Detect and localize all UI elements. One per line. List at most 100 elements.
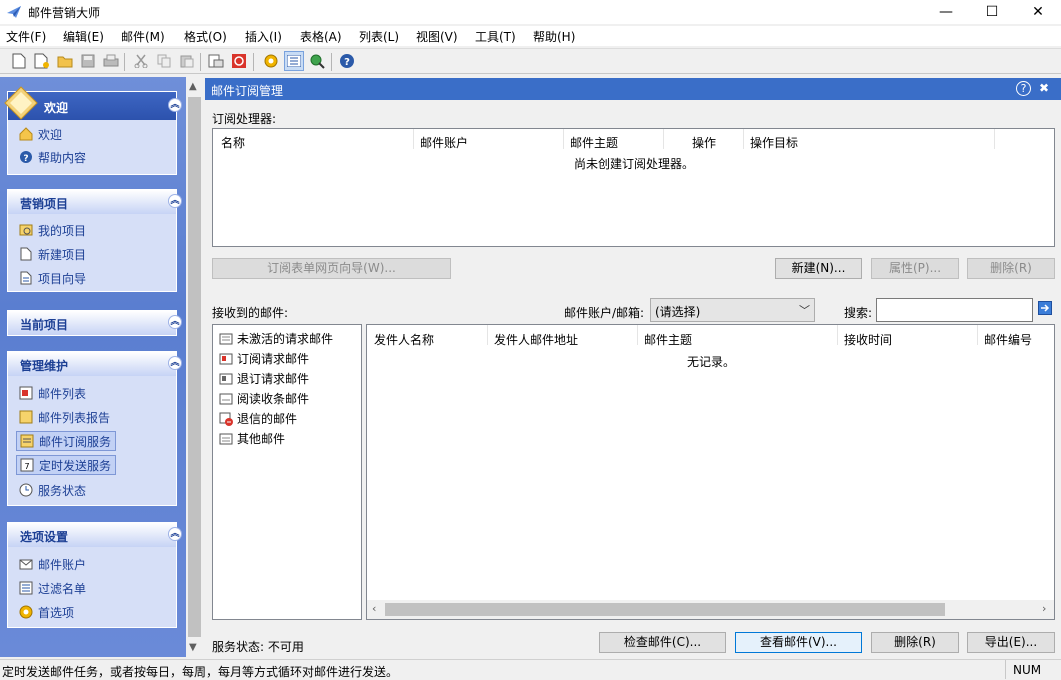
mail-list-icon[interactable] [207, 52, 225, 70]
marketing-section-header[interactable]: 营销项目 ︽ [8, 190, 182, 214]
print-icon[interactable] [102, 52, 120, 70]
scrollbar-thumb[interactable] [188, 97, 201, 637]
menu-format[interactable]: 格式(O) [184, 28, 227, 45]
status-text: 定时发送邮件任务，或者按每日，每周，每月等方式循环对邮件进行发送。 [2, 665, 399, 679]
column-header-action[interactable]: 操作 [692, 134, 716, 151]
sidebar-item-subscription-service[interactable]: 邮件订阅服务 [16, 431, 117, 451]
folder-subscription-requests[interactable]: 订阅请求邮件 [219, 350, 309, 367]
stop-icon[interactable] [230, 52, 248, 70]
delete-mail-button[interactable]: 删除(R) [871, 632, 959, 653]
column-header-mail-number[interactable]: 邮件编号 [984, 331, 1032, 348]
column-header-mail-subject[interactable]: 邮件主题 [644, 331, 692, 348]
search-input[interactable] [876, 298, 1033, 322]
collapse-icon[interactable]: ︽ [168, 194, 182, 208]
scroll-up-arrow-icon[interactable]: ▲ [189, 81, 197, 92]
new-document-icon[interactable] [33, 52, 51, 70]
column-header-name[interactable]: 名称 [221, 134, 245, 151]
navigation-scrollbar[interactable]: ▲ ▼ [186, 77, 203, 657]
status-divider [1005, 660, 1006, 679]
column-header-sender-address[interactable]: 发件人邮件地址 [494, 331, 578, 348]
sidebar-item-filter-list[interactable]: 过滤名单 [18, 578, 86, 598]
folder-unsubscribe-requests[interactable]: 退订请求邮件 [219, 370, 309, 387]
sidebar-item-mail-list[interactable]: 邮件列表 [18, 383, 86, 403]
menu-file[interactable]: 文件(F) [6, 28, 46, 45]
subscription-form-wizard-button[interactable]: 订阅表单网页向导(W)... [212, 258, 451, 279]
minimize-button[interactable]: — [923, 0, 969, 24]
folder-inactive-requests[interactable]: 未激活的请求邮件 [219, 330, 333, 347]
sidebar-item-preferences[interactable]: 首选项 [18, 602, 74, 622]
view-mail-button[interactable]: 查看邮件(V)... [735, 632, 862, 653]
column-header-mail-account[interactable]: 邮件账户 [420, 134, 468, 151]
sidebar-item-new-project[interactable]: 新建项目 [18, 244, 86, 264]
menu-view[interactable]: 视图(V) [416, 28, 458, 45]
settings-gear-icon[interactable] [262, 52, 280, 70]
new-file-icon[interactable] [10, 52, 28, 70]
sidebar-item-help-contents[interactable]: ? 帮助内容 [18, 147, 86, 167]
help-icon[interactable]: ? [338, 52, 356, 70]
collapse-icon[interactable]: ︽ [168, 315, 182, 329]
menu-tools[interactable]: 工具(T) [475, 28, 516, 45]
current-project-section-header[interactable]: 当前项目 ︽ [8, 311, 182, 335]
properties-button[interactable]: 属性(P)... [871, 258, 959, 279]
folder-other-mail[interactable]: 其他邮件 [219, 430, 285, 447]
new-handler-button[interactable]: 新建(N)... [775, 258, 862, 279]
column-header-action-target[interactable]: 操作目标 [750, 134, 798, 151]
handlers-table[interactable]: 名称 邮件账户 邮件主题 操作 操作目标 尚未创建订阅处理器。 [212, 128, 1055, 247]
paste-icon[interactable] [178, 52, 196, 70]
panel-help-icon[interactable]: ? [1016, 81, 1031, 96]
sidebar-item-mail-list-report[interactable]: 邮件列表报告 [18, 407, 110, 427]
menu-mail[interactable]: 邮件(M) [121, 28, 165, 45]
cut-icon[interactable] [132, 52, 150, 70]
management-section-header[interactable]: 管理维护 ︽ [8, 352, 182, 376]
column-header-sender-name[interactable]: 发件人名称 [374, 331, 434, 348]
menu-help[interactable]: 帮助(H) [533, 28, 575, 45]
sidebar-item-welcome[interactable]: 欢迎 [18, 124, 62, 144]
delete-handler-button[interactable]: 删除(R) [967, 258, 1055, 279]
options-section-header[interactable]: 选项设置 ︽ [8, 523, 182, 547]
search-globe-icon[interactable] [308, 52, 326, 70]
bounced-mail-icon [219, 412, 233, 426]
save-icon[interactable] [79, 52, 97, 70]
mail-account-icon [18, 556, 34, 572]
panel-title-bar: 邮件订阅管理 ? ✖ [205, 78, 1061, 100]
sidebar-item-scheduled-sending[interactable]: 7 定时发送服务 [16, 455, 117, 475]
mail-account-select[interactable]: (请选择) ﹀ [650, 298, 815, 322]
collapse-icon[interactable]: ︽ [168, 527, 182, 541]
search-go-arrow-icon[interactable] [1038, 301, 1052, 315]
check-mail-button[interactable]: 检查邮件(C)... [599, 632, 726, 653]
column-header-received-time[interactable]: 接收时间 [844, 331, 892, 348]
scroll-left-arrow-icon[interactable]: ‹ [372, 602, 376, 615]
column-header-mail-subject[interactable]: 邮件主题 [570, 134, 618, 151]
mail-folder-list[interactable]: 未激活的请求邮件 订阅请求邮件 退订请求邮件 阅读收条邮件 退信的邮件 其他邮件 [212, 324, 362, 620]
sidebar-item-project-wizard[interactable]: 项目向导 [18, 268, 86, 288]
menu-insert[interactable]: 插入(I) [245, 28, 282, 45]
sidebar-item-service-status[interactable]: 服务状态 [18, 480, 86, 500]
scrollbar-thumb[interactable] [385, 603, 945, 616]
folder-read-receipts[interactable]: 阅读收条邮件 [219, 390, 309, 407]
open-folder-icon[interactable] [56, 52, 74, 70]
subscription-icon [19, 433, 35, 449]
copy-icon[interactable] [155, 52, 173, 70]
close-button[interactable]: ✕ [1015, 0, 1061, 24]
folder-bounced-mail[interactable]: 退信的邮件 [219, 410, 297, 427]
calendar-icon: 7 [19, 457, 35, 473]
panel-close-icon[interactable]: ✖ [1039, 81, 1049, 95]
search-label: 搜索: [844, 306, 873, 320]
menu-edit[interactable]: 编辑(E) [63, 28, 104, 45]
menu-table[interactable]: 表格(A) [300, 28, 342, 45]
menu-list[interactable]: 列表(L) [359, 28, 399, 45]
sidebar-item-mail-account[interactable]: 邮件账户 [18, 554, 86, 574]
collapse-icon[interactable]: ︽ [168, 98, 182, 112]
maximize-button[interactable]: ☐ [969, 0, 1015, 24]
collapse-icon[interactable]: ︽ [168, 356, 182, 370]
sidebar-item-my-projects[interactable]: 我的项目 [18, 220, 86, 240]
view-panel-icon[interactable] [284, 51, 304, 71]
sidebar-item-label: 定时发送服务 [39, 458, 112, 473]
export-button[interactable]: 导出(E)... [967, 632, 1055, 653]
mail-table[interactable]: 发件人名称 发件人邮件地址 邮件主题 接收时间 邮件编号 无记录。 ‹ › [366, 324, 1055, 620]
scroll-right-arrow-icon[interactable]: › [1042, 602, 1046, 615]
received-mail-label: 接收到的邮件: [212, 306, 289, 320]
scroll-down-arrow-icon[interactable]: ▼ [189, 642, 197, 653]
sidebar-item-label: 邮件账户 [38, 557, 87, 572]
horizontal-scrollbar[interactable]: ‹ › [367, 600, 1054, 619]
